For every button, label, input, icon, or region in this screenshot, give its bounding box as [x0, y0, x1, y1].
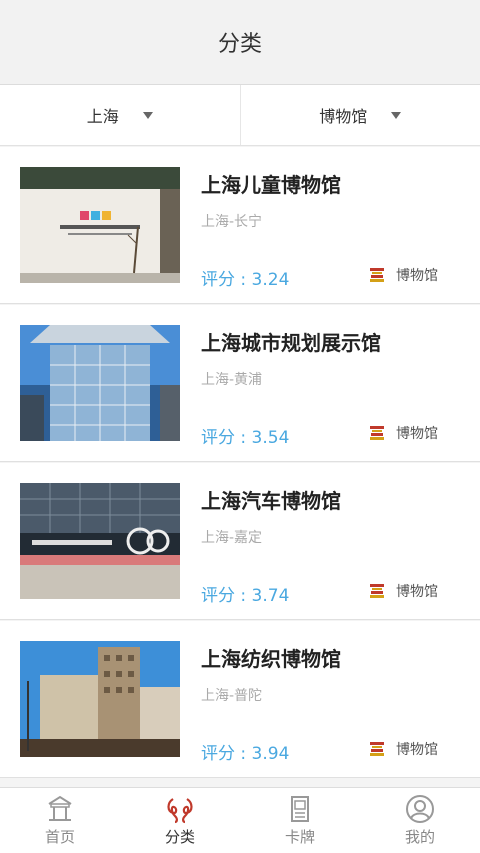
tab-profile-label: 我的 — [404, 828, 435, 846]
museum-score: 评分 : 3.94 — [201, 744, 290, 764]
category-icon — [167, 798, 193, 824]
card-icon — [291, 796, 309, 822]
tab-card[interactable]: 卡牌 — [240, 788, 360, 853]
museum-location: 上海-嘉定 — [201, 530, 263, 546]
category-tag: 博物馆 — [368, 265, 438, 285]
museum-score: 评分 : 3.74 — [201, 586, 290, 606]
museum-name: 上海纺织博物馆 — [201, 647, 341, 671]
category-label: 博物馆 — [396, 584, 438, 600]
museum-score: 评分 : 3.24 — [201, 270, 290, 290]
museum-name: 上海城市规划展示馆 — [201, 331, 381, 355]
urban-planning-hall-photo — [20, 325, 180, 441]
museum-score: 评分 : 3.54 — [201, 428, 290, 448]
tab-category[interactable]: 分类 — [120, 788, 240, 853]
museum-icon — [370, 742, 384, 756]
museum-icon — [370, 268, 384, 282]
textile-museum-photo — [20, 641, 180, 757]
tab-card-label: 卡牌 — [284, 828, 315, 846]
museum-name: 上海汽车博物馆 — [201, 489, 341, 513]
category-label: 博物馆 — [396, 268, 438, 284]
dropdown-arrow-icon — [142, 111, 153, 119]
museum-name: 上海儿童博物馆 — [201, 173, 341, 197]
type-filter-label: 博物馆 — [319, 107, 368, 126]
museum-location: 上海-长宁 — [201, 214, 263, 230]
museum-icon — [370, 426, 384, 440]
museum-list: 上海儿童博物馆 上海-长宁 评分 : 3.24 博物馆 上海城市规划展示馆 上海… — [0, 147, 480, 779]
list-item[interactable]: 上海儿童博物馆 上海-长宁 评分 : 3.24 博物馆 — [0, 147, 480, 304]
home-icon — [48, 795, 72, 821]
list-item[interactable]: 上海城市规划展示馆 上海-黄浦 评分 : 3.54 博物馆 — [0, 305, 480, 462]
category-label: 博物馆 — [396, 742, 438, 758]
category-tag: 博物馆 — [368, 739, 438, 759]
museum-location: 上海-普陀 — [201, 688, 263, 704]
filter-bar: 上海 博物馆 — [0, 85, 480, 146]
dropdown-arrow-icon — [391, 111, 402, 119]
tab-category-label: 分类 — [164, 828, 195, 846]
page-title: 分类 — [217, 32, 262, 57]
city-filter[interactable]: 上海 — [0, 85, 240, 145]
category-tag: 博物馆 — [368, 581, 438, 601]
city-filter-label: 上海 — [86, 107, 119, 126]
auto-museum-photo — [20, 483, 180, 599]
museum-location: 上海-黄浦 — [201, 372, 263, 388]
category-tag: 博物馆 — [368, 423, 438, 443]
category-label: 博物馆 — [396, 426, 438, 442]
list-item[interactable]: 上海纺织博物馆 上海-普陀 评分 : 3.94 博物馆 — [0, 621, 480, 778]
museum-icon — [370, 584, 384, 598]
tab-profile[interactable]: 我的 — [360, 788, 480, 853]
childrens-museum-photo — [20, 167, 180, 283]
tab-home[interactable]: 首页 — [0, 788, 120, 853]
bottom-tab-bar: 首页 分类 卡牌 我的 — [0, 787, 480, 853]
tab-home-label: 首页 — [44, 828, 75, 846]
type-filter[interactable]: 博物馆 — [239, 85, 480, 145]
profile-icon — [406, 795, 434, 823]
header-bar: 分类 — [0, 0, 480, 85]
list-item[interactable]: 上海汽车博物馆 上海-嘉定 评分 : 3.74 博物馆 — [0, 463, 480, 620]
